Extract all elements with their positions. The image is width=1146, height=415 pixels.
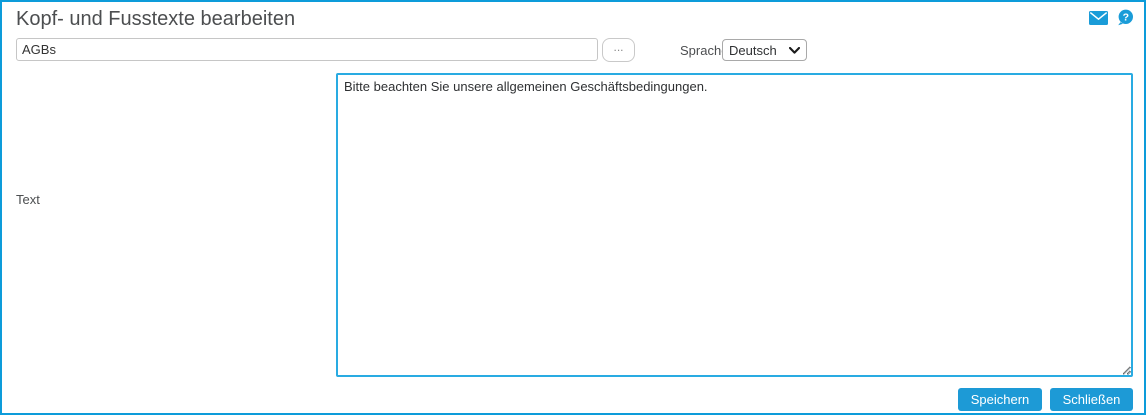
title-input[interactable]: [16, 38, 598, 61]
page-title: Kopf- und Fusstexte bearbeiten: [16, 8, 296, 30]
chevron-down-icon: [789, 46, 800, 54]
text-textarea[interactable]: Bitte beachten Sie unsere allgemeinen Ge…: [336, 73, 1133, 377]
mail-icon[interactable]: [1089, 10, 1108, 25]
text-label: Text: [16, 192, 40, 207]
language-select-value: Deutsch: [729, 42, 777, 58]
help-icon[interactable]: ?: [1117, 9, 1134, 26]
edit-header-footer-window: Kopf- und Fusstexte bearbeiten ? ... Spr…: [0, 0, 1146, 415]
browse-button[interactable]: ...: [602, 38, 635, 62]
header-icons: ?: [1089, 9, 1134, 26]
svg-text:?: ?: [1123, 11, 1129, 23]
save-button[interactable]: Speichern: [958, 388, 1042, 411]
language-select[interactable]: Deutsch: [722, 39, 807, 61]
close-button[interactable]: Schließen: [1050, 388, 1133, 411]
